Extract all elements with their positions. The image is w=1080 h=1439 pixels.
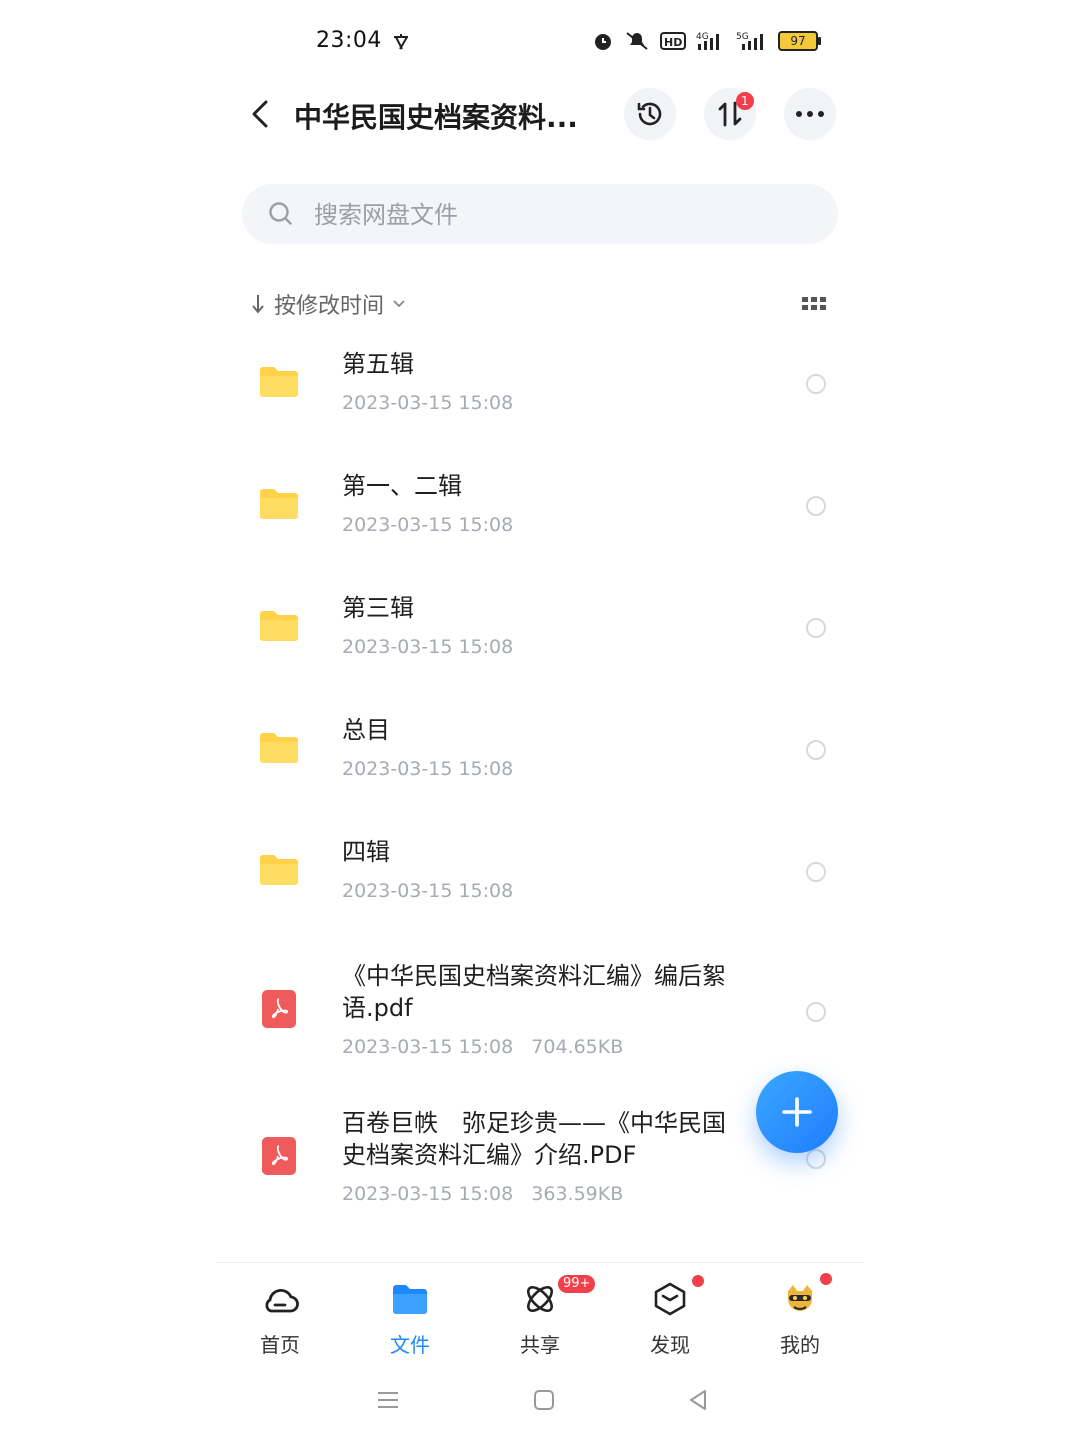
file-meta: 2023-03-15 15:08 363.59KB <box>342 1183 623 1205</box>
tab-discover[interactable]: 发现 <box>610 1275 730 1358</box>
discover-dot <box>692 1275 704 1287</box>
chevron-left-icon <box>252 100 268 128</box>
back-triangle-icon[interactable] <box>686 1388 710 1412</box>
tab-files[interactable]: 文件 <box>350 1281 470 1358</box>
file-date: 2023-03-15 15:08 <box>342 636 514 658</box>
plus-icon <box>782 1097 812 1127</box>
folder-icon <box>260 367 298 397</box>
tab-files-label: 文件 <box>390 1333 430 1357</box>
file-date: 2023-03-15 15:08 <box>342 880 514 902</box>
avatar-icon <box>788 1285 812 1311</box>
search-input[interactable] <box>312 184 816 246</box>
grid-view-button[interactable] <box>802 296 826 310</box>
transfer-badge: 1 <box>736 92 754 110</box>
sort-label: 按修改时间 <box>274 294 385 319</box>
file-name-line2: 语.pdf <box>342 994 413 1022</box>
folder-icon <box>260 733 298 763</box>
select-radio[interactable] <box>806 740 826 760</box>
arrow-down-icon <box>252 295 264 314</box>
file-name-line1: 《中华民国史档案资料汇编》编后絮 <box>342 962 726 990</box>
file-date: 2023-03-15 15:08 <box>342 514 514 536</box>
file-name: 四辑 <box>342 838 390 866</box>
transfer-button[interactable]: 1 <box>704 88 756 140</box>
list-item[interactable]: 第一、二辑 2023-03-15 15:08 <box>250 462 840 572</box>
file-date: 2023-03-15 15:08 <box>342 1183 514 1205</box>
menu-icon[interactable] <box>376 1388 400 1412</box>
list-item[interactable]: 四辑 2023-03-15 15:08 <box>250 828 840 938</box>
select-radio[interactable] <box>806 862 826 882</box>
svg-text:HD: HD <box>664 36 682 49</box>
back-button[interactable] <box>246 96 274 132</box>
search-icon <box>269 202 292 225</box>
file-date: 2023-03-15 15:08 <box>342 1036 514 1058</box>
share-badge: 99+ <box>558 1275 596 1293</box>
file-name-line1: 百卷巨帙 弥足珍贵——《中华民国 <box>342 1109 726 1137</box>
file-name: 总目 <box>342 716 390 744</box>
select-radio[interactable] <box>806 496 826 516</box>
sort-selector[interactable]: 按修改时间 <box>250 288 406 320</box>
list-item[interactable]: 第五辑 2023-03-15 15:08 <box>250 340 840 450</box>
file-date: 2023-03-15 15:08 <box>342 392 514 414</box>
page-title: 中华民国史档案资料... <box>294 101 578 134</box>
tab-home[interactable]: 首页 <box>220 1281 340 1358</box>
mute-icon <box>626 32 648 50</box>
system-nav-bar <box>216 1372 864 1438</box>
file-name: 第一、二辑 <box>342 472 462 500</box>
file-meta: 2023-03-15 15:08 704.65KB <box>342 1036 623 1058</box>
list-item[interactable]: 总目 2023-03-15 15:08 <box>250 706 840 816</box>
more-button[interactable] <box>784 88 836 140</box>
file-name: 第五辑 <box>342 350 414 378</box>
discover-box-icon <box>654 1282 686 1316</box>
folder-icon <box>260 611 298 641</box>
tab-discover-label: 发现 <box>650 1333 690 1357</box>
hd-icon: HD <box>660 32 686 50</box>
svg-text:5G: 5G <box>736 32 749 42</box>
select-radio[interactable] <box>806 374 826 394</box>
file-name: 第三辑 <box>342 594 414 622</box>
history-button[interactable] <box>624 88 676 140</box>
pdf-icon <box>262 990 296 1028</box>
file-size: 363.59KB <box>531 1183 624 1205</box>
file-size: 704.65KB <box>531 1036 624 1058</box>
search-bar[interactable] <box>242 184 838 246</box>
share-orbit-icon <box>526 1285 554 1313</box>
tab-share-label: 共享 <box>520 1333 560 1357</box>
history-icon <box>637 102 662 126</box>
input-method-icon <box>390 30 414 59</box>
tab-share[interactable]: 99+ 共享 <box>480 1275 600 1358</box>
tab-mine-label: 我的 <box>780 1333 820 1357</box>
status-time: 23:04 <box>316 28 382 53</box>
select-radio[interactable] <box>806 1149 826 1169</box>
chevron-down-icon <box>393 300 405 308</box>
pdf-icon <box>262 1137 296 1175</box>
file-date: 2023-03-15 15:08 <box>342 758 514 780</box>
more-icon <box>796 111 824 117</box>
battery-indicator: 97 <box>778 31 821 51</box>
tab-mine[interactable]: 我的 <box>740 1273 860 1358</box>
list-item[interactable]: 第三辑 2023-03-15 15:08 <box>250 584 840 694</box>
list-item[interactable]: 《中华民国史档案资料汇编》编后絮 语.pdf 2023-03-15 15:08 … <box>250 956 840 1076</box>
select-radio[interactable] <box>806 1002 826 1022</box>
file-name-line2: 史档案资料汇编》介绍.PDF <box>342 1141 637 1169</box>
folder-icon <box>260 489 298 519</box>
folder-filled-icon <box>393 1285 427 1314</box>
bottom-nav: 首页 文件 99+ 共享 发现 我的 <box>216 1262 864 1373</box>
signal-4g-icon: 4G <box>696 32 719 50</box>
grid-icon <box>802 297 826 310</box>
alarm-icon <box>595 34 611 50</box>
tab-home-label: 首页 <box>260 1333 300 1357</box>
home-square-icon[interactable] <box>532 1388 556 1412</box>
cloud-icon <box>265 1288 299 1313</box>
status-icons: HD 4G 5G 97 <box>592 30 821 52</box>
select-radio[interactable] <box>806 618 826 638</box>
mine-dot <box>820 1273 832 1285</box>
signal-5g-icon: 5G <box>736 32 763 50</box>
svg-text:4G: 4G <box>696 32 709 42</box>
add-button[interactable] <box>756 1071 838 1153</box>
folder-icon <box>260 855 298 885</box>
list-item[interactable]: 百卷巨帙 弥足珍贵——《中华民国 史档案资料汇编》介绍.PDF 2023-03-… <box>250 1103 840 1223</box>
